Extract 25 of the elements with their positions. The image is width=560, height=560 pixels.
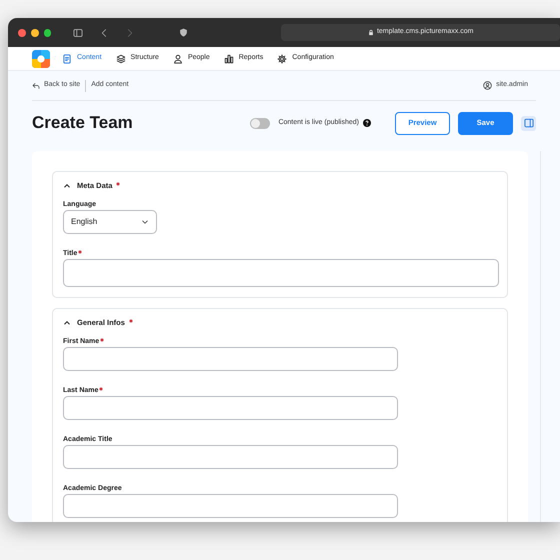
user-icon — [483, 81, 492, 90]
return-arrow-icon — [32, 82, 40, 90]
gear-icon — [277, 54, 288, 64]
chevron-up-icon — [63, 182, 71, 190]
page-title: Create Team — [32, 112, 133, 134]
panel-icon — [524, 118, 534, 128]
help-icon[interactable] — [363, 119, 371, 127]
input-field[interactable] — [63, 259, 499, 287]
chevron-up-icon — [63, 318, 71, 326]
logo-icon[interactable] — [32, 50, 50, 68]
person-icon — [172, 54, 183, 64]
shield-icon — [179, 27, 188, 38]
input-field[interactable] — [63, 494, 398, 518]
input-field[interactable] — [63, 396, 398, 420]
layers-icon — [116, 54, 126, 64]
language-select[interactable]: English — [63, 210, 157, 234]
chevron-down-icon — [141, 218, 149, 226]
lock-icon — [368, 29, 374, 36]
publish-toggle[interactable] — [250, 118, 270, 128]
sidebar-toggle-icon[interactable] — [72, 28, 84, 38]
document-icon — [62, 54, 72, 64]
input-field[interactable] — [63, 347, 398, 371]
sidebar-toggle-button[interactable] — [521, 116, 536, 130]
bar-chart-icon — [224, 54, 234, 64]
input-field[interactable] — [63, 445, 398, 469]
